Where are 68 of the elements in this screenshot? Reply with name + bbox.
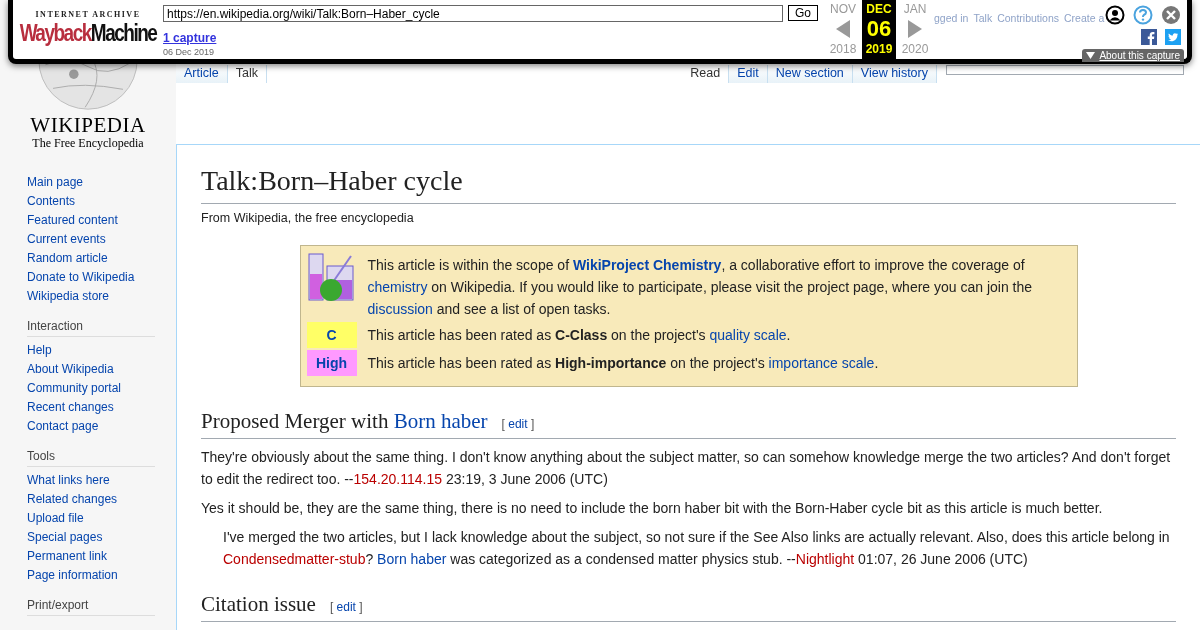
about-capture-button[interactable]: About this capture — [1082, 49, 1184, 62]
link[interactable]: 154.20.114.15 — [353, 471, 443, 487]
banner-text: This article is within the scope of WikiProject Chemistry, a collaborative effort to improve the coverage of chemistry on Wikipedia. If you would like to participate, please visit the project page, where you can join the discussion and see a list of open tasks. — [366, 256, 1034, 319]
sidebar-link[interactable]: Community portal — [27, 381, 122, 395]
captures-link[interactable]: 1 capture — [163, 31, 217, 45]
sidebar-link[interactable]: Special pages — [27, 530, 103, 544]
sidebar-link[interactable]: Upload file — [27, 511, 84, 525]
rating-badge: High — [306, 350, 357, 376]
sidebar-link[interactable]: Featured content — [27, 213, 118, 227]
wayback-machine-logo[interactable]: WaybackMachine — [19, 18, 157, 48]
link[interactable]: Born haber — [393, 409, 488, 433]
comment-text: Yes it should be, they are the same thing, there is no need to include the born haber bit with the Born-Haber cycle bit as this article is much better. — [201, 499, 1104, 518]
sidebar-link[interactable]: Wikipedia store — [27, 289, 110, 303]
section-heading: Citation issue — [201, 591, 316, 618]
link[interactable]: Born haber — [377, 551, 447, 567]
edit-link[interactable]: [ edit ] — [501, 417, 535, 431]
sidebar-link[interactable]: Contents — [27, 194, 76, 208]
view-tab[interactable]: New section — [767, 65, 853, 83]
sidebar-link[interactable]: Contact page — [27, 419, 99, 433]
comment-text: I've merged the two articles, but I lack knowledge about the subject, so not sure if the See Also links are actually relevant. Also, does this article belong in Condensedmatter-stub? Born haber was categorized as a condensed matter physics stub. --Nightlight 01:07, 26 June 2006 (UTC) — [223, 528, 1171, 569]
comment-text: They're obviously about the same thing. I don't know anything about the subject matter, so can somehow knowledge merge the two articles? And don't forget to edit the redirect too. --154.20.114.15 23:19, 3 June 2006 (UTC) — [201, 448, 1172, 489]
sidebar-link[interactable]: Current events — [27, 232, 106, 246]
edit-link[interactable]: [ edit ] — [329, 600, 363, 614]
twitter-icon[interactable] — [1165, 29, 1181, 45]
banner-text: This article has been rated as High-importance on the project's importance scale. — [366, 354, 880, 373]
view-tab[interactable]: View history — [852, 65, 937, 83]
link[interactable]: WikiProject Chemistry — [572, 257, 722, 273]
page-title: Talk:Born–Haber cycle — [201, 163, 1176, 204]
internet-archive-label: INTERNET ARCHIVE — [35, 10, 141, 19]
link[interactable]: Condensedmatter-stub — [223, 551, 366, 567]
close-icon[interactable] — [1161, 5, 1181, 25]
sidebar-link[interactable]: Page information — [27, 568, 118, 582]
sidebar-link[interactable]: What links here — [27, 473, 110, 487]
sidebar-link[interactable]: Related changes — [27, 492, 118, 506]
user-icon[interactable] — [1105, 5, 1125, 25]
sidebar-link[interactable]: Donate to Wikipedia — [27, 270, 135, 284]
page-subtitle: From Wikipedia, the free encyclopedia — [201, 211, 415, 225]
link[interactable]: quality scale — [709, 327, 787, 343]
calendar-month[interactable]: DEC 06 2019 — [862, 0, 896, 59]
link[interactable]: chemistry — [367, 279, 428, 295]
section-heading: Proposed Merger with Born haber — [201, 408, 488, 435]
sidebar-link[interactable]: Main page — [27, 175, 84, 189]
sidebar-heading: Interaction — [27, 319, 155, 337]
facebook-icon[interactable] — [1141, 29, 1157, 45]
link[interactable]: importance scale — [768, 355, 875, 371]
flask-icon — [306, 252, 357, 304]
sidebar-link[interactable]: Help — [27, 343, 52, 357]
sidebar-link[interactable]: Random article — [27, 251, 108, 265]
wikipedia-wordmark[interactable]: WIKIPEDIA — [30, 114, 146, 136]
banner-text: This article has been rated as C-Class on the project's quality scale. — [366, 326, 792, 345]
sidebar-heading: Print/export — [27, 598, 155, 616]
link[interactable]: discussion — [367, 301, 433, 317]
sidebar-link[interactable]: Permanent link — [27, 549, 108, 563]
sidebar-heading: Tools — [27, 449, 155, 467]
url-field[interactable]: https://en.wikipedia.org/wiki/Talk:Born–Haber_cycle — [163, 5, 783, 22]
search-field[interactable] — [946, 65, 1184, 75]
tagline: The Free Encyclopedia — [32, 136, 144, 150]
go-button[interactable]: Go — [788, 5, 818, 21]
page-tab[interactable]: Article — [176, 65, 228, 83]
sidebar-link[interactable]: About Wikipedia — [27, 362, 114, 376]
caret-icon — [1086, 52, 1096, 59]
next-arrow-icon[interactable] — [908, 20, 922, 38]
capture-date: 06 Dec 2019 — [163, 47, 215, 57]
rating-badge: C — [306, 322, 357, 348]
previous-arrow-icon[interactable] — [836, 20, 850, 38]
view-tab[interactable]: Edit — [729, 65, 768, 83]
link[interactable]: Nightlight — [795, 551, 855, 567]
sidebar-link[interactable]: Recent changes — [27, 400, 114, 414]
